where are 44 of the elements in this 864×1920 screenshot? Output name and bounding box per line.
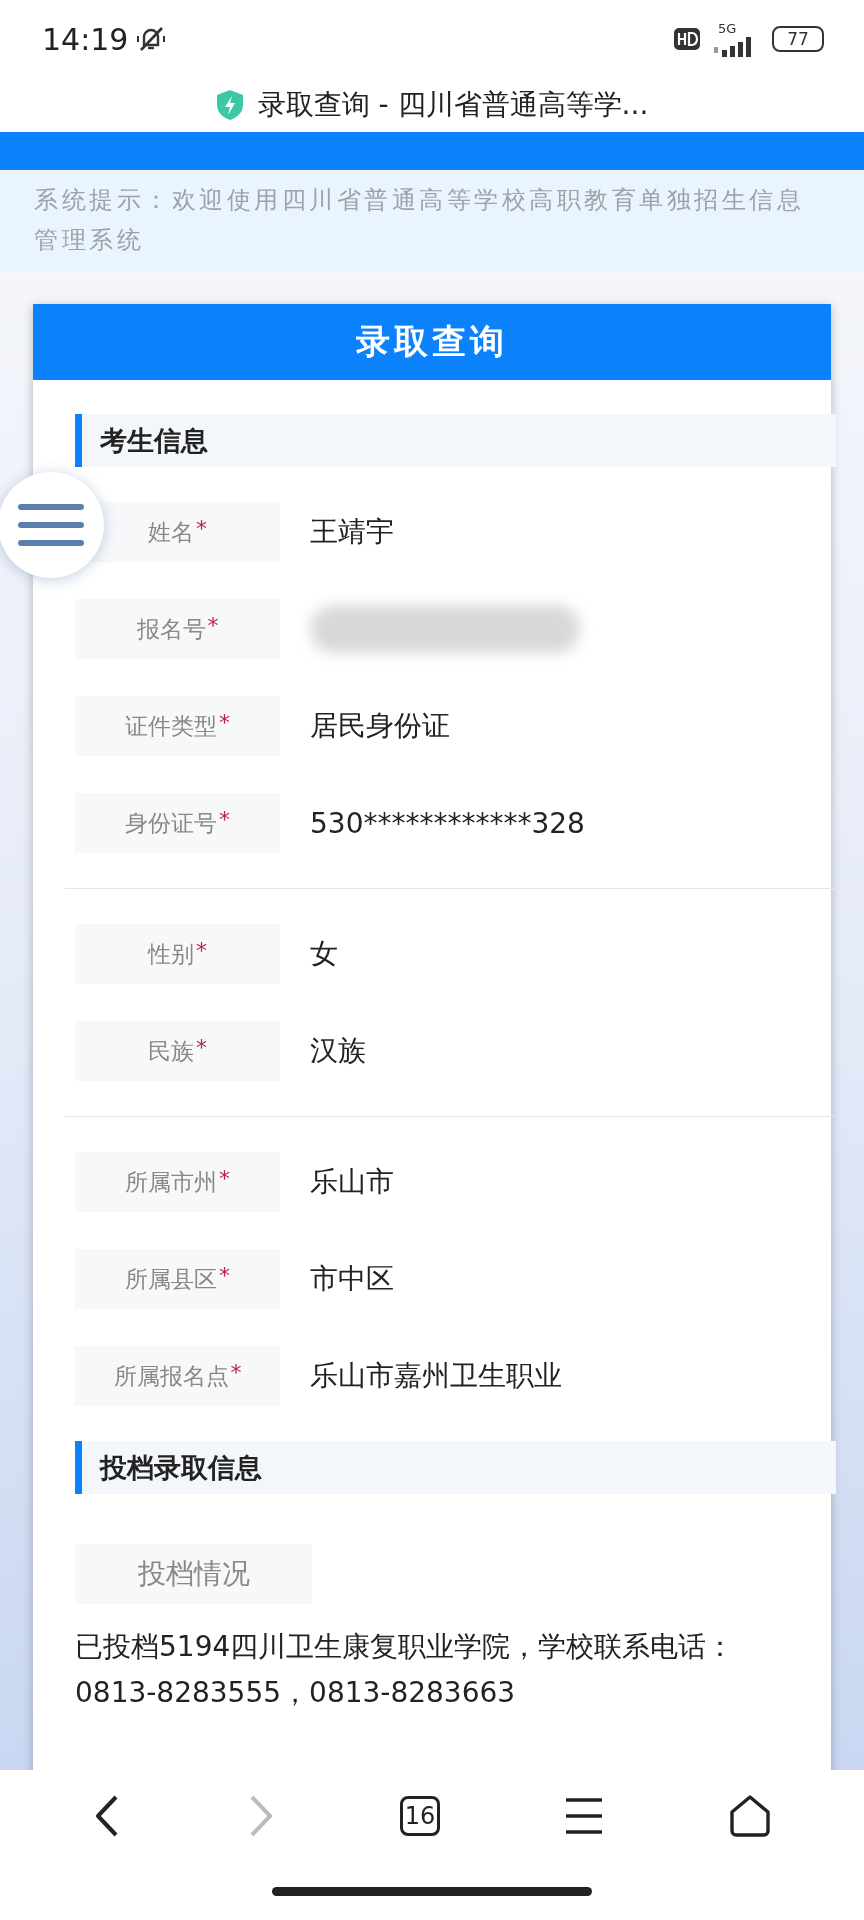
status-time: 14:19 bbox=[42, 21, 129, 57]
field-label: 投档情况 bbox=[75, 1544, 312, 1604]
label-text: 所属市州 bbox=[125, 1167, 217, 1197]
field-value: 汉族 bbox=[310, 1033, 366, 1069]
required-mark: * bbox=[219, 1166, 230, 1191]
battery-level: 77 bbox=[787, 29, 809, 49]
field-value: 市中区 bbox=[310, 1261, 394, 1297]
tabs-button[interactable]: 16 bbox=[400, 1796, 440, 1836]
required-mark: * bbox=[219, 710, 230, 735]
home-icon[interactable] bbox=[728, 1794, 772, 1838]
field-value: 女 bbox=[310, 936, 338, 972]
required-mark: * bbox=[196, 516, 207, 541]
label-text: 性别 bbox=[148, 939, 194, 969]
required-mark: * bbox=[207, 613, 219, 638]
label-text: 证件类型 bbox=[125, 711, 217, 741]
required-mark: * bbox=[196, 938, 207, 963]
admission-status: 已投档5194四川卫生康复职业学院，学校联系电话：0813-8283555，0813-8283663 bbox=[75, 1629, 736, 1711]
required-mark: * bbox=[219, 1263, 230, 1288]
shield-icon bbox=[215, 89, 244, 121]
hd-icon bbox=[674, 28, 700, 50]
page-title: 录取查询 - 四川省普通高等学... bbox=[257, 87, 649, 123]
section-title: 考生信息 bbox=[100, 423, 208, 458]
required-mark: * bbox=[219, 807, 230, 832]
menu-icon bbox=[18, 502, 84, 548]
menu-button[interactable] bbox=[0, 472, 104, 578]
field-value: 乐山市 bbox=[310, 1164, 394, 1200]
label-text: 报名号 bbox=[136, 614, 206, 644]
field-value: 居民身份证 bbox=[310, 708, 450, 744]
required-mark: * bbox=[196, 1035, 207, 1060]
section-title: 投档录取信息 bbox=[100, 1450, 262, 1485]
required-mark: * bbox=[230, 1360, 242, 1385]
menu-icon[interactable] bbox=[564, 1796, 604, 1836]
field-value: 乐山市嘉州卫生职业 bbox=[310, 1358, 562, 1394]
home-indicator[interactable] bbox=[272, 1886, 592, 1896]
system-notice: 系统提示：欢迎使用四川省普通高等学校高职教育单独招生信息管理系统 bbox=[34, 185, 805, 256]
field-value: 王靖宇 bbox=[310, 514, 394, 550]
label-text: 所属报名点 bbox=[113, 1361, 229, 1391]
label-text: 姓名 bbox=[148, 517, 194, 547]
label-text: 所属县区 bbox=[125, 1264, 217, 1294]
label-text: 民族 bbox=[148, 1036, 194, 1066]
network-label: 5G bbox=[718, 21, 737, 35]
card-title: 录取查询 bbox=[33, 304, 831, 380]
label-text: 身份证号 bbox=[125, 808, 217, 838]
field-value: 530************328 bbox=[310, 806, 585, 840]
